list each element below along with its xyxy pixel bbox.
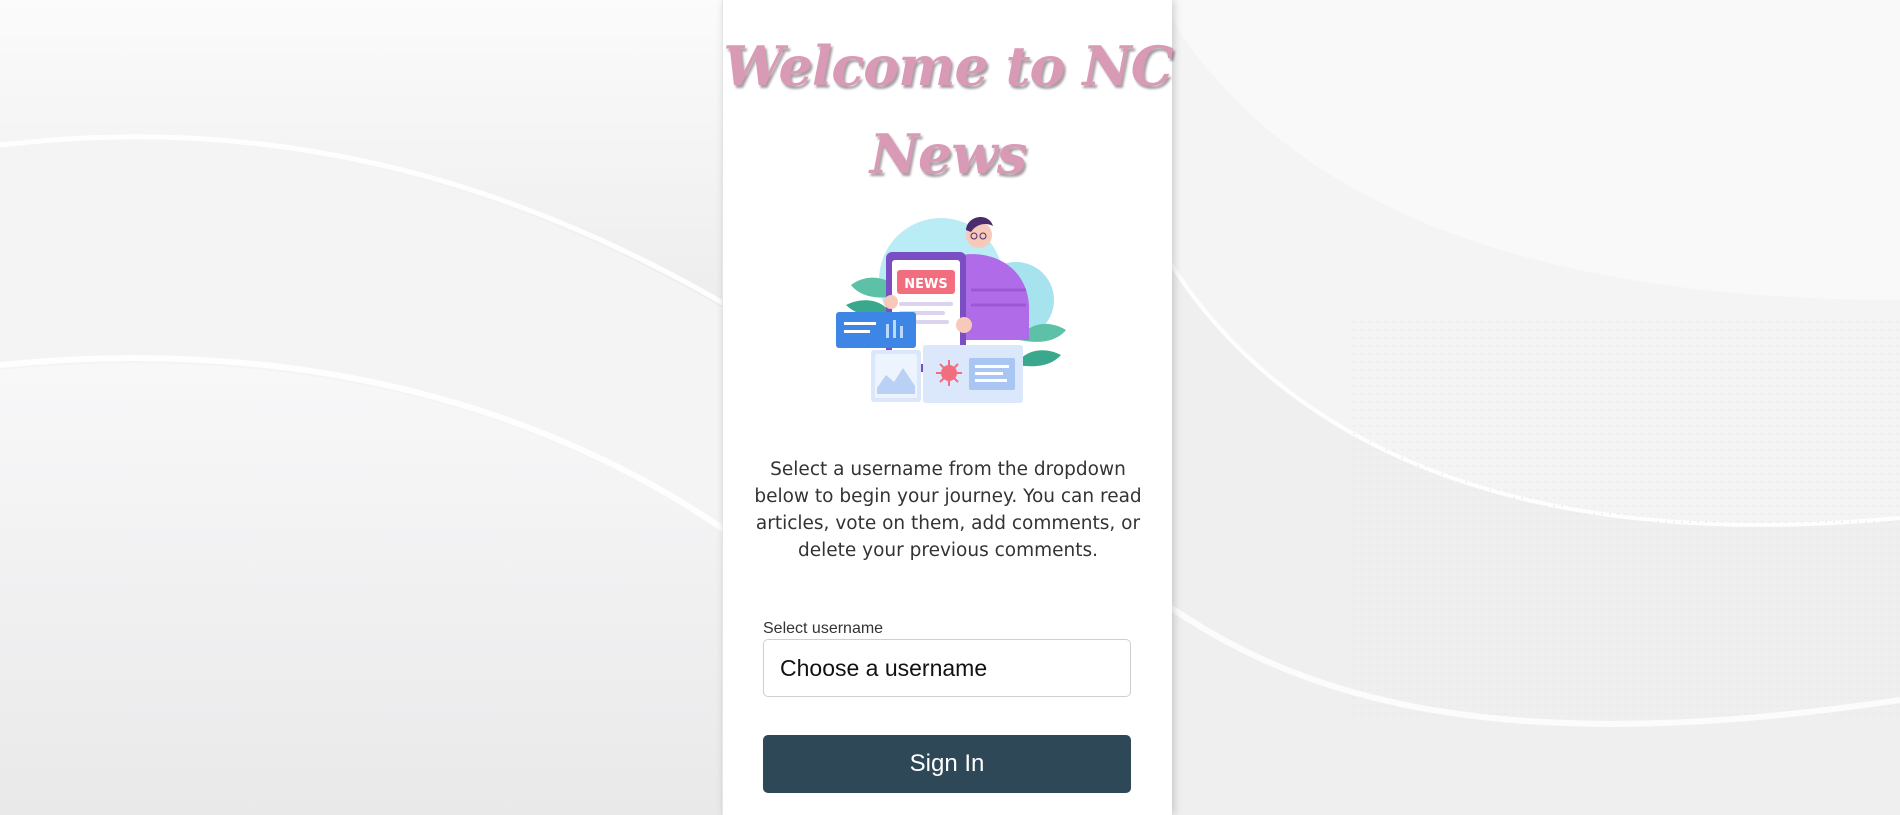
news-badge-text: NEWS: [904, 277, 947, 292]
page-title: Welcome to NC News: [723, 34, 1173, 186]
sign-in-button[interactable]: Sign In: [763, 735, 1131, 793]
username-select[interactable]: Choose a username: [763, 639, 1131, 697]
username-label: Select username: [763, 620, 884, 637]
intro-text: Select a username from the dropdown belo…: [754, 459, 1142, 561]
news-reader-illustration-icon: NEWS: [836, 216, 1066, 403]
login-panel: Welcome to NC News NEWS Select a usernam…: [722, 0, 1174, 815]
username-select-value: Choose a username: [780, 654, 988, 681]
